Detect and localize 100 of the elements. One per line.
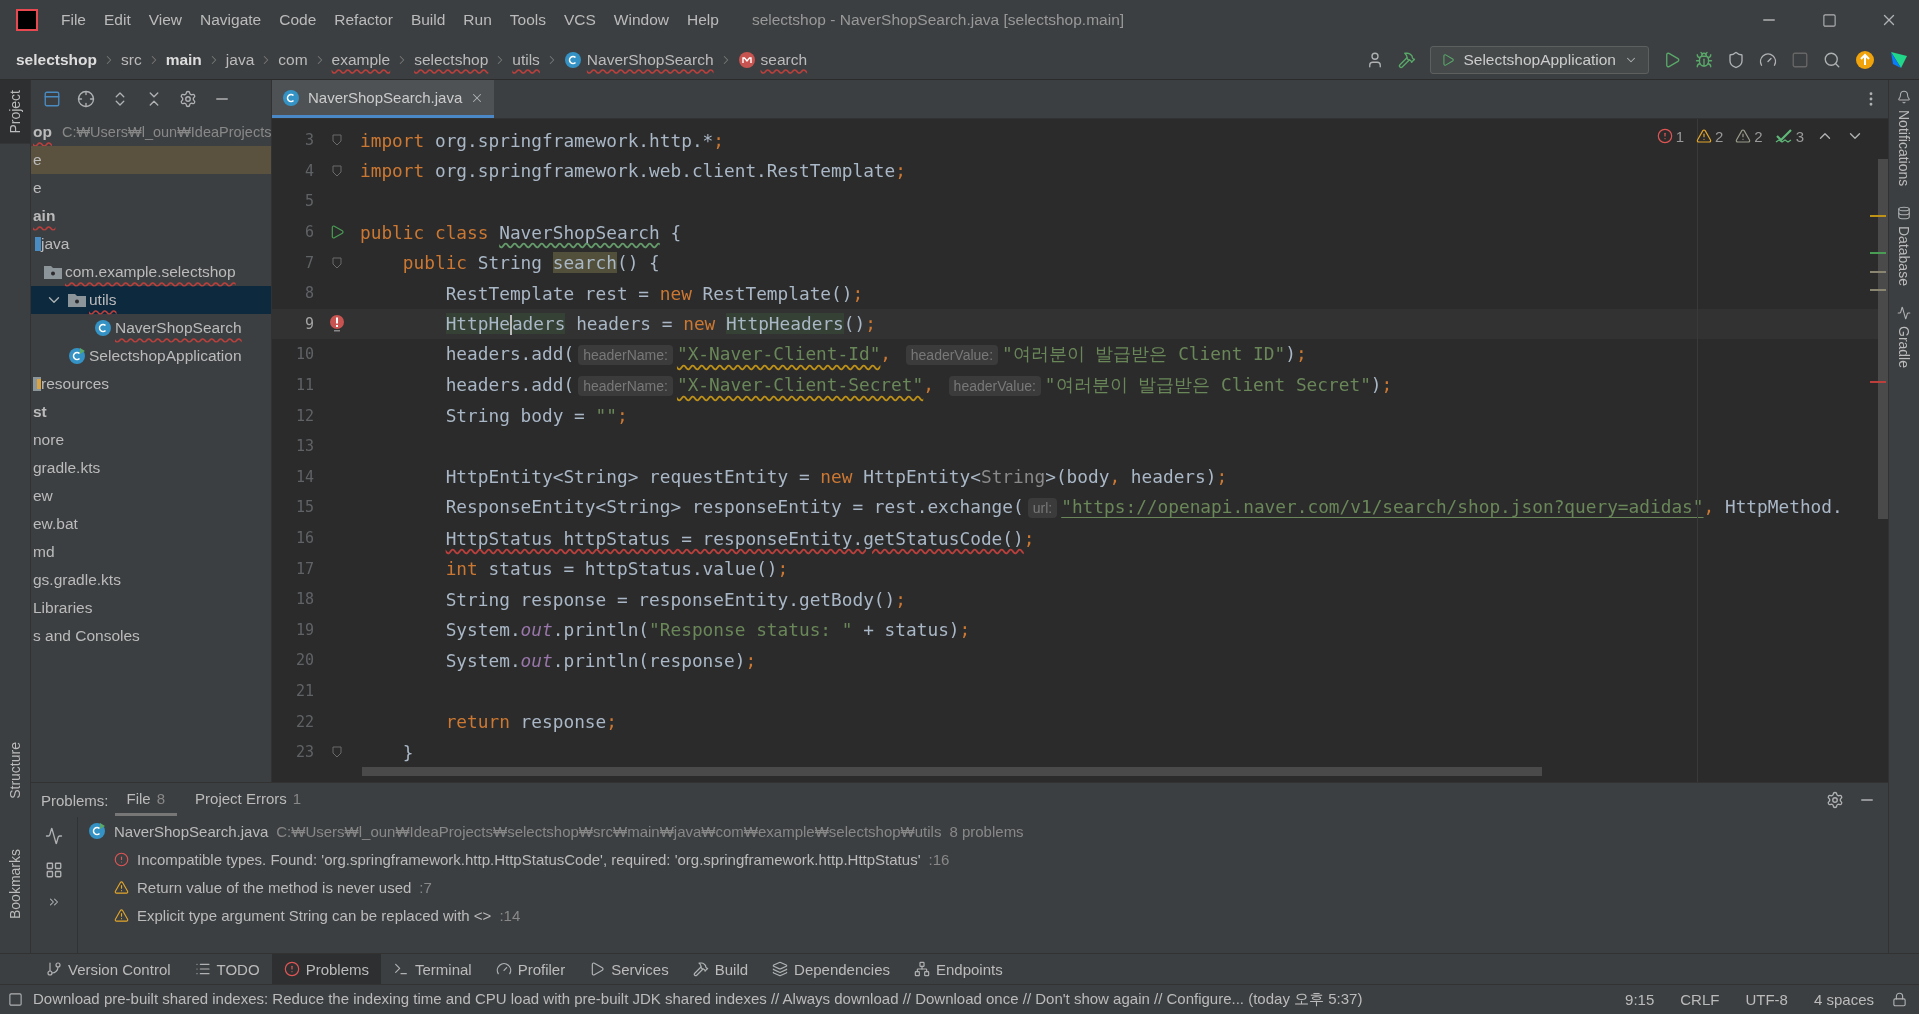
menu-item[interactable]: Help: [678, 11, 728, 29]
error-bulb-icon[interactable]: [329, 313, 345, 334]
tree-item[interactable]: nore: [31, 426, 271, 454]
horizontal-scrollbar[interactable]: [362, 767, 1542, 776]
fold-marker-icon[interactable]: [332, 164, 342, 177]
tool-window-button[interactable]: Build: [680, 954, 761, 984]
menu-item[interactable]: VCS: [554, 11, 605, 29]
problem-item[interactable]: Return value of the method is never used :7: [78, 873, 1888, 901]
status-item[interactable]: 4 spaces: [1805, 991, 1882, 1008]
status-item[interactable]: 9:15: [1617, 991, 1663, 1008]
tree-item[interactable]: e: [31, 174, 271, 202]
tool-window-tab[interactable]: Project: [0, 80, 30, 144]
fold-marker-icon[interactable]: [332, 256, 342, 269]
coverage-icon[interactable]: [1727, 50, 1745, 69]
run-icon[interactable]: [329, 224, 345, 241]
more-icon[interactable]: [47, 895, 61, 909]
problems-tab[interactable]: File 8: [114, 784, 178, 816]
settings-icon[interactable]: [179, 90, 197, 108]
plugin-logo-icon[interactable]: [1889, 49, 1909, 70]
breadcrumb[interactable]: src: [121, 50, 142, 69]
tool-window-button[interactable]: Terminal: [381, 954, 484, 984]
profile-icon[interactable]: [1759, 50, 1777, 69]
breadcrumb[interactable]: java: [225, 50, 255, 69]
vertical-scrollbar[interactable]: [1878, 159, 1888, 519]
tool-window-tab[interactable]: Bookmarks: [0, 838, 30, 929]
tree-item[interactable]: op C:₩Users₩l_oun₩IdeaProjects: [31, 118, 271, 146]
tool-window-tab[interactable]: Notifications: [1889, 80, 1919, 197]
breadcrumb[interactable]: selectshop: [414, 50, 489, 69]
breadcrumb[interactable]: selectshop: [16, 50, 97, 69]
tree-item[interactable]: Libraries: [31, 594, 271, 622]
editor-tab[interactable]: NaverShopSearch.java: [272, 80, 495, 118]
menu-item[interactable]: Refactor: [325, 11, 402, 29]
tool-window-button[interactable]: Dependencies: [760, 954, 902, 984]
debug-icon[interactable]: [1695, 50, 1713, 69]
menu-item[interactable]: Code: [270, 11, 326, 29]
menu-item[interactable]: Tools: [500, 11, 555, 29]
tree-item[interactable]: SelectshopApplication: [31, 342, 271, 370]
tool-window-button[interactable]: Endpoints: [902, 954, 1015, 984]
run-configuration-dropdown[interactable]: SelectshopApplication: [1430, 45, 1649, 74]
breadcrumb[interactable]: com: [278, 50, 308, 69]
status-item[interactable]: CRLF: [1672, 991, 1728, 1008]
tool-window-button[interactable]: TODO: [182, 954, 272, 984]
hammer-icon: [692, 961, 709, 977]
maximize-icon[interactable]: [1821, 12, 1837, 28]
problems-tab[interactable]: Project Errors 1: [183, 784, 314, 816]
menu-item[interactable]: Navigate: [191, 11, 271, 29]
tool-window-button[interactable]: Services: [577, 954, 681, 984]
menu-item[interactable]: Window: [604, 11, 678, 29]
tool-window-tab[interactable]: Structure: [0, 732, 30, 809]
tool-window-tab[interactable]: Gradle: [1889, 296, 1919, 379]
breadcrumb[interactable]: search: [737, 50, 808, 69]
tree-item[interactable]: st: [31, 398, 271, 426]
locate-icon[interactable]: [77, 90, 95, 108]
tree-item[interactable]: NaverShopSearch: [31, 314, 271, 342]
problem-item[interactable]: Incompatible types. Found: 'org.springframework.http.HttpStatusCode', required: 'org.springframework.http.HttpStatus' :16: [78, 845, 1888, 873]
status-message[interactable]: Download pre-built shared indexes: Reduce the indexing time and CPU load with pre-built JDK shared indexes // Always download // Download once // Don't show again // Configure... (today 오후 5:37): [33, 990, 1608, 1009]
menu-item[interactable]: Build: [401, 11, 455, 29]
update-icon[interactable]: [1855, 49, 1875, 70]
panel-icon[interactable]: [43, 90, 61, 108]
tool-window-button[interactable]: Profiler: [483, 954, 578, 984]
tool-window-tab[interactable]: Database: [1889, 196, 1919, 297]
inspection-count[interactable]: 1: [1656, 127, 1684, 145]
breadcrumb[interactable]: main: [165, 50, 202, 69]
tool-window-button[interactable]: Version Control: [34, 954, 183, 984]
hammer-icon[interactable]: [1398, 50, 1417, 69]
tree-item[interactable]: gradle.kts: [31, 454, 271, 482]
tool-window-button[interactable]: Problems: [271, 954, 381, 984]
search-icon[interactable]: [1823, 50, 1841, 69]
code-line: HttpEntity<String> requestEntity = new HttpEntity<String>(body, headers);: [444, 466, 1228, 488]
breadcrumb[interactable]: utils: [512, 50, 540, 69]
tree-item[interactable]: ew: [31, 482, 271, 510]
tree-item[interactable]: java: [31, 230, 271, 258]
breadcrumb[interactable]: example: [331, 50, 391, 69]
fold-marker-icon[interactable]: [332, 746, 342, 759]
tree-item[interactable]: e: [31, 146, 271, 174]
group-icon[interactable]: [45, 861, 63, 879]
tree-item[interactable]: resources: [31, 370, 271, 398]
settings-icon[interactable]: [1826, 791, 1844, 809]
tree-item[interactable]: gs.gradle.kts: [31, 566, 271, 594]
gauge-icon: [495, 961, 512, 977]
menu-item[interactable]: File: [52, 11, 95, 29]
inspection-count[interactable]: 3: [1774, 127, 1804, 145]
run-icon[interactable]: [1663, 50, 1681, 69]
inspection-count[interactable]: 2: [1735, 127, 1763, 145]
problem-file-row[interactable]: NaverShopSearch.java C:₩Users₩l_oun₩IdeaProjects₩selectshop₩src₩main₩java₩com₩example₩selectshop₩utils 8 problems: [78, 817, 1888, 845]
inspection-count[interactable]: 2: [1695, 127, 1724, 145]
tree-item[interactable]: utils: [31, 286, 271, 314]
panel-toggle-icon[interactable]: [8, 992, 23, 1007]
tree-item[interactable]: com.example.selectshop: [31, 258, 271, 286]
menu-item[interactable]: View: [139, 11, 192, 29]
breadcrumb[interactable]: NaverShopSearch: [563, 50, 714, 69]
menu-item[interactable]: Run: [454, 11, 501, 29]
menu-item[interactable]: Edit: [95, 11, 140, 29]
fold-marker-icon[interactable]: [332, 134, 342, 147]
tree-item[interactable]: ew.bat: [31, 510, 271, 538]
tree-item[interactable]: md: [31, 538, 271, 566]
tree-item[interactable]: s and Consoles: [31, 622, 271, 650]
problem-item[interactable]: Explicit type argument String can be replaced with <> :14: [78, 901, 1888, 929]
tree-item[interactable]: ain: [31, 202, 271, 230]
status-item[interactable]: UTF-8: [1737, 991, 1796, 1008]
